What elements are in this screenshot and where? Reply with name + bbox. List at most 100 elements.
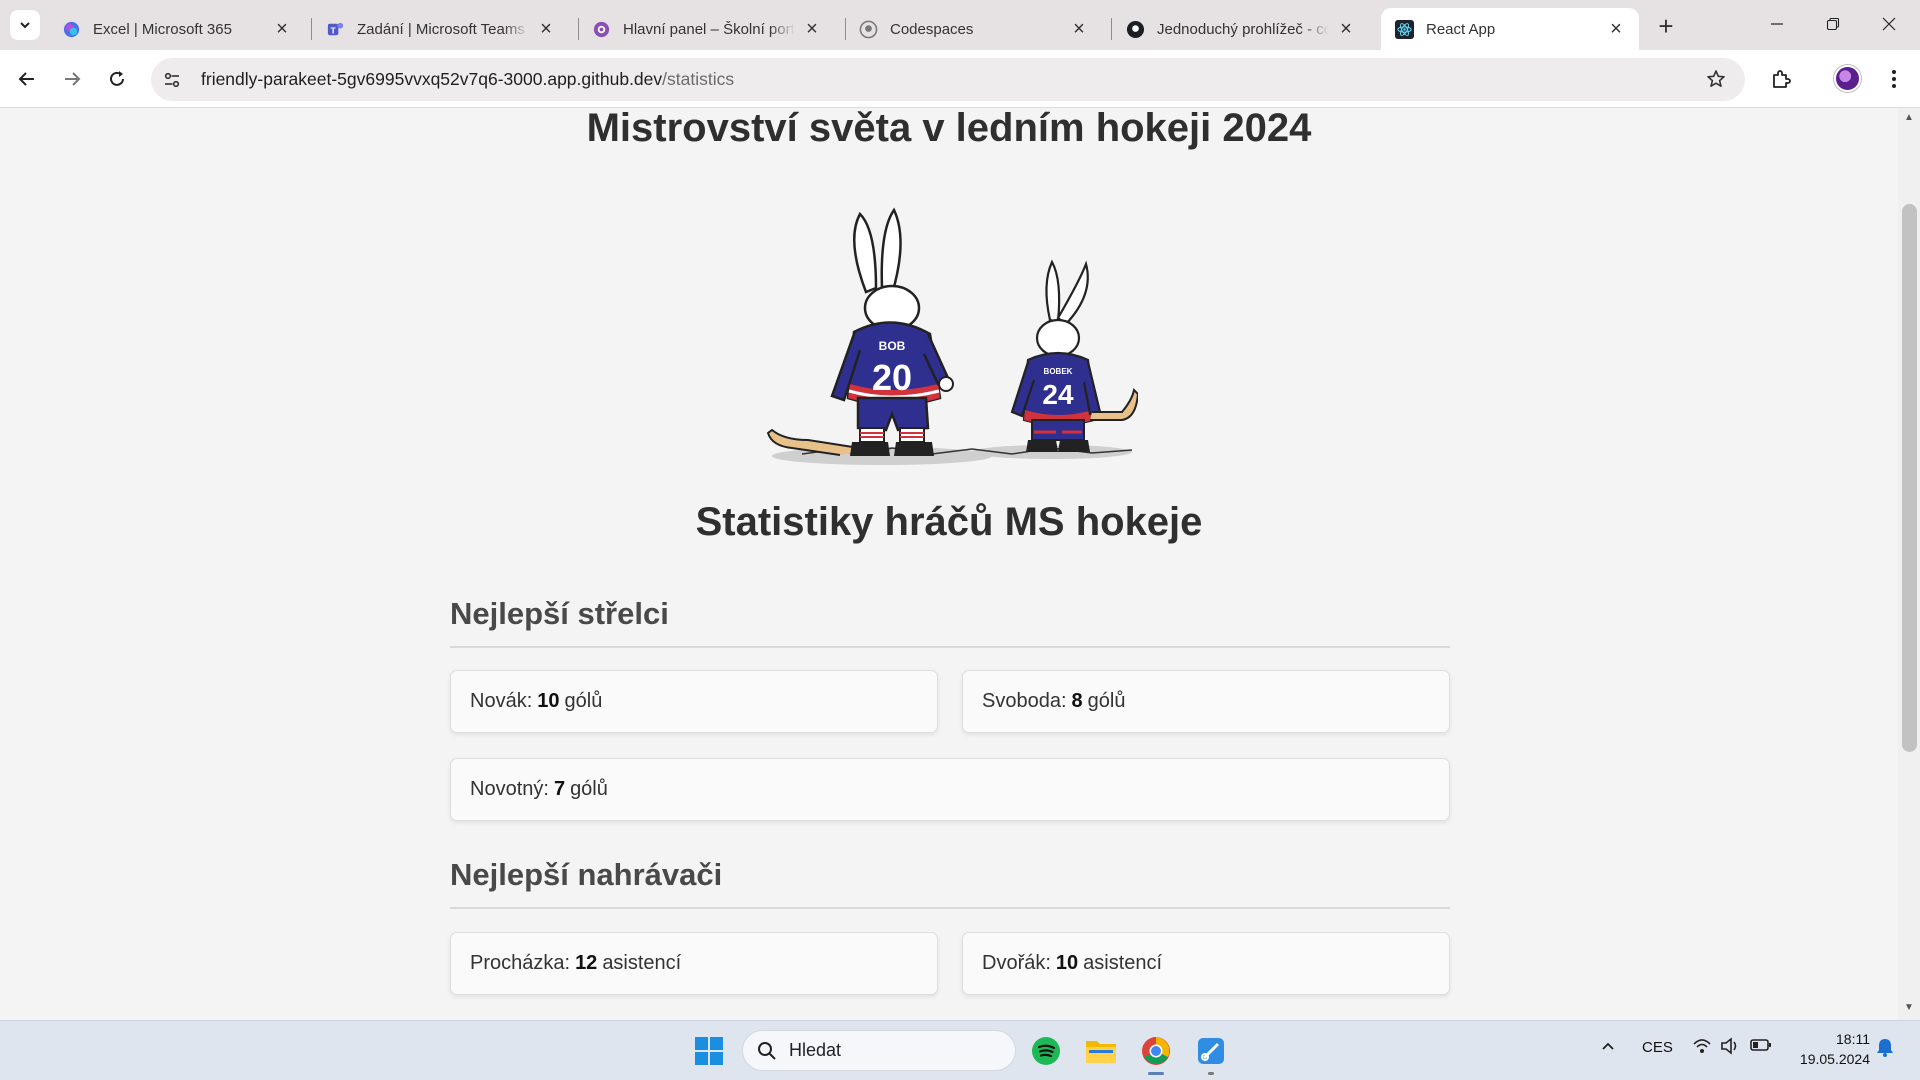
snipping-tool-icon [1198, 1038, 1224, 1064]
player-stat-card: Novák: 10 gólů [450, 670, 938, 733]
tab-react-app[interactable]: React App × [1381, 8, 1639, 50]
battery-icon[interactable] [1750, 1037, 1772, 1057]
close-tab-icon[interactable]: × [271, 18, 293, 40]
clock-time: 18:11 [1836, 1031, 1870, 1047]
copilot-icon [62, 20, 81, 39]
jersey-number: 24 [1042, 379, 1074, 410]
close-tab-icon[interactable]: × [535, 18, 557, 40]
player-name: Svoboda: [982, 690, 1067, 712]
windows-logo-icon [695, 1037, 723, 1065]
tab-title: Codespaces [890, 20, 974, 38]
stat-value: 10 [1055, 952, 1079, 974]
file-explorer-taskbar-button[interactable] [1081, 1031, 1121, 1071]
windows-taskbar: Hledat CES 18:11 19.05.2024 [0, 1020, 1920, 1080]
taskbar-search[interactable]: Hledat [742, 1030, 1016, 1071]
minimize-icon [1771, 23, 1783, 25]
browser-menu-button[interactable] [1878, 63, 1910, 95]
restore-icon [1826, 17, 1840, 31]
reload-button[interactable] [101, 63, 133, 95]
search-label: Hledat [789, 1040, 842, 1060]
close-icon [1882, 17, 1896, 31]
back-button[interactable] [11, 63, 43, 95]
clock-date: 19.05.2024 [1799, 1051, 1870, 1067]
close-tab-icon[interactable]: × [1605, 18, 1627, 40]
forward-button[interactable] [56, 63, 88, 95]
jersey-number: 20 [872, 357, 912, 398]
arrow-left-icon [18, 72, 34, 86]
site-info-button[interactable] [155, 63, 189, 97]
star-icon [1707, 70, 1725, 87]
page-title: Mistrovství světa v ledním hokeji 2024 [586, 108, 1312, 150]
top-assists-heading: Nejlepší nahrávači [450, 857, 1450, 909]
extensions-button[interactable] [1765, 63, 1797, 95]
jersey-name: BOB [879, 339, 906, 353]
stat-unit: gólů [570, 778, 608, 800]
spotify-taskbar-button[interactable] [1026, 1031, 1066, 1071]
active-indicator [1148, 1072, 1164, 1075]
player-stat-card: Dvořák: 10 asistencí [962, 932, 1450, 995]
page-viewport: Mistrovství světa v ledním hokeji 2024 B… [0, 108, 1920, 1020]
stat-value: 8 [1071, 690, 1083, 712]
volume-icon[interactable] [1720, 1037, 1740, 1059]
close-window-button[interactable] [1862, 6, 1916, 42]
tab-github-browser[interactable]: Jednoduchý prohlížeč - co × [1112, 8, 1369, 50]
bookmark-button[interactable] [1703, 66, 1729, 92]
address-bar[interactable]: friendly-parakeet-5gv6995vvxq52v7q6-3000… [151, 58, 1745, 101]
stat-unit: gólů [564, 690, 603, 712]
url-path: /statistics [662, 69, 735, 89]
tab-search-button[interactable] [10, 10, 40, 40]
stat-value: 12 [575, 952, 598, 974]
minimize-button[interactable] [1750, 6, 1804, 42]
restore-button[interactable] [1806, 6, 1860, 42]
start-button[interactable] [689, 1031, 729, 1071]
tune-icon [164, 72, 180, 87]
system-clock[interactable]: 18:11 19.05.2024 [1780, 1029, 1870, 1069]
notification-bell-icon[interactable] [1876, 1037, 1894, 1061]
tab-teams[interactable]: T Zadání | Microsoft Teams c × [312, 8, 569, 50]
stat-value: 10 [537, 690, 560, 712]
stat-value: 7 [553, 778, 566, 800]
reload-icon [110, 71, 124, 86]
teams-icon: T [326, 20, 345, 39]
new-tab-button[interactable]: + [1651, 11, 1681, 41]
input-language[interactable]: CES [1642, 1039, 1673, 1056]
tab-excel[interactable]: Excel | Microsoft 365 × [48, 8, 305, 50]
player-name: Dvořák: [982, 952, 1051, 974]
wifi-icon[interactable] [1692, 1037, 1712, 1059]
player-stat-card: Svoboda: 8 gólů [962, 670, 1450, 733]
url-text: friendly-parakeet-5gv6995vvxq52v7q6-3000… [201, 69, 734, 90]
scroll-up-arrow-icon[interactable]: ▲ [1898, 112, 1920, 128]
profile-avatar[interactable] [1834, 65, 1861, 92]
player-stat-card: Novotný: 7 gólů [450, 758, 1450, 821]
vertical-scrollbar[interactable]: ▲ ▼ [1898, 108, 1920, 1020]
chevron-up-icon [1602, 1042, 1614, 1050]
tab-title: Excel | Microsoft 365 [93, 20, 232, 38]
tab-title: React App [1426, 20, 1496, 38]
snipping-tool-taskbar-button[interactable] [1191, 1031, 1231, 1075]
close-tab-icon[interactable]: × [1068, 18, 1090, 40]
player-name: Novotný: [470, 778, 549, 800]
tab-title: Jednoduchý prohlížeč - co [1157, 20, 1329, 38]
react-icon [1395, 19, 1414, 39]
scrollbar-thumb[interactable] [1902, 204, 1917, 752]
more-vert-icon [1892, 70, 1896, 88]
close-tab-icon[interactable]: × [1335, 18, 1357, 40]
top-scorers-heading: Nejlepší střelci [450, 596, 1450, 648]
puzzle-icon [1773, 70, 1791, 88]
folder-icon [1086, 1041, 1116, 1063]
plus-icon: + [1658, 10, 1674, 41]
close-tab-icon[interactable]: × [801, 18, 823, 40]
tab-strip: Excel | Microsoft 365 × T Zadání | Micro… [0, 0, 1920, 50]
show-hidden-icons-button[interactable] [1600, 1038, 1616, 1058]
github-icon [1126, 20, 1145, 39]
tab-title: Zadání | Microsoft Teams c [357, 20, 529, 38]
chrome-taskbar-button[interactable] [1136, 1031, 1176, 1075]
tab-title: Hlavní panel – Školní portá [623, 20, 795, 38]
tab-codespaces[interactable]: Codespaces × [845, 8, 1102, 50]
player-name: Procházka: [470, 952, 571, 974]
tab-school-portal[interactable]: Hlavní panel – Školní portá × [578, 8, 835, 50]
scroll-down-arrow-icon[interactable]: ▼ [1898, 1002, 1920, 1018]
github-icon [859, 20, 878, 39]
player-name: Novák: [470, 690, 533, 712]
browser-toolbar: friendly-parakeet-5gv6995vvxq52v7q6-3000… [0, 50, 1920, 108]
